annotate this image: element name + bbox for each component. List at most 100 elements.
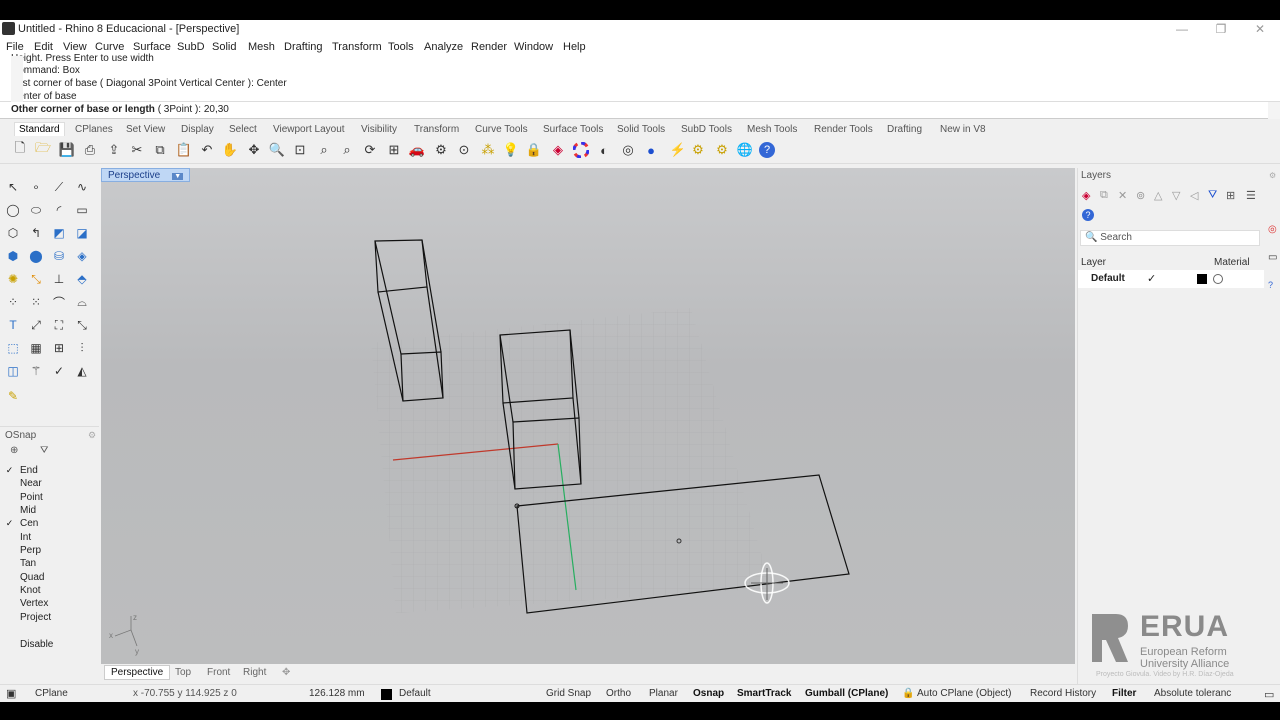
circle-icon[interactable]: ◯	[3, 200, 23, 220]
checkbox[interactable]: ✓	[5, 519, 14, 528]
checkbox[interactable]	[5, 613, 14, 622]
command-scrollbar[interactable]	[1268, 102, 1280, 119]
shaded-icon[interactable]: ◐	[594, 140, 614, 160]
tab-transform[interactable]: Transform	[414, 124, 459, 135]
dimension-icon[interactable]: ⤢	[26, 315, 46, 335]
menu-solid[interactable]: Solid	[212, 41, 236, 53]
open-file-icon[interactable]: 🗁	[33, 140, 53, 160]
layer-row[interactable]: Default ✓	[1078, 270, 1264, 288]
menu-file[interactable]: File	[6, 41, 24, 53]
tab-right[interactable]: Right	[243, 667, 266, 678]
layer-menu-icon[interactable]: ☰	[1246, 189, 1256, 202]
layer-table-icon[interactable]: ⊞	[1226, 189, 1235, 202]
move-up-icon[interactable]: △	[1154, 189, 1162, 202]
tab-front[interactable]: Front	[207, 667, 230, 678]
polygon-icon[interactable]: ⬡	[3, 223, 23, 243]
delete-layer-icon[interactable]: ✕	[1118, 189, 1127, 202]
tab-set-view[interactable]: Set View	[126, 124, 165, 135]
tab-perspective[interactable]: Perspective	[104, 665, 171, 680]
status-filter[interactable]: Filter	[1112, 688, 1136, 699]
zoom-icon[interactable]: 🔍	[267, 140, 287, 160]
annotation-icon[interactable]: ⫶	[72, 338, 92, 358]
zoom-window-icon[interactable]: ⊡	[290, 140, 310, 160]
osnap-quad[interactable]: Quad	[5, 572, 44, 583]
cplane-icon[interactable]: ▣	[6, 687, 16, 700]
new-layer-icon[interactable]: ◈	[1082, 189, 1090, 202]
osnap-project[interactable]: Project	[5, 612, 51, 623]
layer-material-icon[interactable]	[1213, 274, 1223, 284]
move-parent-icon[interactable]: ◁	[1190, 189, 1198, 202]
curvature-icon[interactable]: ⚚	[26, 361, 46, 381]
text-icon[interactable]: T	[3, 315, 23, 335]
filter-icon[interactable]: ⛛	[1208, 189, 1217, 202]
fillet-icon[interactable]: ⌒	[49, 292, 69, 312]
lock-icon[interactable]: 🔒	[902, 688, 914, 699]
rotate-view-icon[interactable]: ⟳	[360, 140, 380, 160]
pan-hand-icon[interactable]: ✋	[220, 140, 240, 160]
panel-settings-icon[interactable]: ⚙	[1269, 171, 1276, 180]
status-planar[interactable]: Planar	[649, 688, 678, 699]
tab-solid-tools[interactable]: Solid Tools	[617, 124, 665, 135]
four-viewports-icon[interactable]: ⊞	[384, 140, 404, 160]
tab-mesh-tools[interactable]: Mesh Tools	[747, 124, 797, 135]
point-icon[interactable]: ∘	[26, 177, 46, 197]
tab-drafting[interactable]: Drafting	[887, 124, 922, 135]
maximize-icon[interactable]: ❐	[1211, 22, 1231, 36]
analyze-icon[interactable]: ◫	[3, 361, 23, 381]
tab-new-in-v8[interactable]: New in V8	[940, 124, 986, 135]
status-layer-swatch[interactable]	[381, 689, 392, 700]
menu-drafting[interactable]: Drafting	[284, 41, 323, 53]
arc-icon[interactable]: ◜	[49, 200, 69, 220]
snap-icon[interactable]: ⊙	[454, 140, 474, 160]
car-icon[interactable]: 🚗	[407, 140, 427, 160]
osnap-knot[interactable]: Knot	[5, 585, 41, 596]
layer-move-icon[interactable]: ⊚	[1136, 189, 1145, 202]
new-file-icon[interactable]: 🗋	[10, 140, 30, 160]
light-bulb-icon[interactable]: 💡	[501, 140, 521, 160]
panel-settings-icon[interactable]: ⚙	[88, 430, 96, 441]
explode-icon[interactable]: ✺	[3, 269, 23, 289]
status-osnap[interactable]: Osnap	[693, 688, 724, 699]
tab-surface-tools[interactable]: Surface Tools	[543, 124, 603, 135]
menu-view[interactable]: View	[63, 41, 87, 53]
select-arrow-icon[interactable]: ↖	[3, 177, 23, 197]
checkbox[interactable]	[5, 533, 14, 542]
move-down-icon[interactable]: ▽	[1172, 189, 1180, 202]
rectangle-icon[interactable]: ▭	[72, 200, 92, 220]
osnap-near[interactable]: Near	[5, 478, 42, 489]
layer-search-input[interactable]: 🔍 Search	[1080, 230, 1260, 246]
viewport-menu-icon[interactable]: ▼	[172, 173, 184, 180]
menu-tools[interactable]: Tools	[388, 41, 414, 53]
cylinder-icon[interactable]: ⛁	[49, 246, 69, 266]
copy-icon[interactable]: ⧉	[150, 140, 170, 160]
cut-icon[interactable]: ✂	[127, 140, 147, 160]
save-icon[interactable]: 💾	[57, 140, 77, 160]
rendered-icon[interactable]: ◎	[618, 140, 638, 160]
checkbox[interactable]	[5, 506, 14, 515]
display-panel-icon[interactable]: ▭	[1268, 252, 1277, 263]
scale-icon[interactable]: ⤡	[72, 315, 92, 335]
boolean-icon[interactable]: ⤡	[26, 269, 46, 289]
check-icon[interactable]: ✓	[49, 361, 69, 381]
box-icon[interactable]: ⬢	[3, 246, 23, 266]
osnap-end[interactable]: ✓ End	[5, 465, 38, 476]
status-layer[interactable]: Default	[399, 688, 431, 699]
render-shape-icon[interactable]: ◭	[72, 361, 92, 381]
osnap-point[interactable]: Point	[5, 492, 43, 503]
layer-icon[interactable]: ◈	[548, 140, 568, 160]
menu-curve[interactable]: Curve	[95, 41, 124, 53]
status-auto-cplane[interactable]: Auto CPlane (Object)	[917, 688, 1012, 699]
pencil-icon[interactable]: ✎	[3, 386, 23, 406]
sphere-icon[interactable]: ⬤	[26, 246, 46, 266]
help-icon[interactable]: ?	[759, 142, 775, 158]
menu-render[interactable]: Render	[471, 41, 507, 53]
osnap-vertex[interactable]: Vertex	[5, 598, 48, 609]
close-icon[interactable]: ✕	[1250, 22, 1270, 36]
current-layer-check-icon[interactable]: ✓	[1147, 272, 1156, 285]
export-icon[interactable]: ⇪	[104, 140, 124, 160]
perspective-viewport[interactable]: z x y	[101, 168, 1075, 664]
osnap-filter-icon[interactable]: ⛛	[40, 445, 48, 456]
render-sphere-icon[interactable]: ●	[641, 140, 661, 160]
move-icon[interactable]: ✥	[244, 140, 264, 160]
magic-wand-icon[interactable]: ⚡	[668, 140, 688, 160]
